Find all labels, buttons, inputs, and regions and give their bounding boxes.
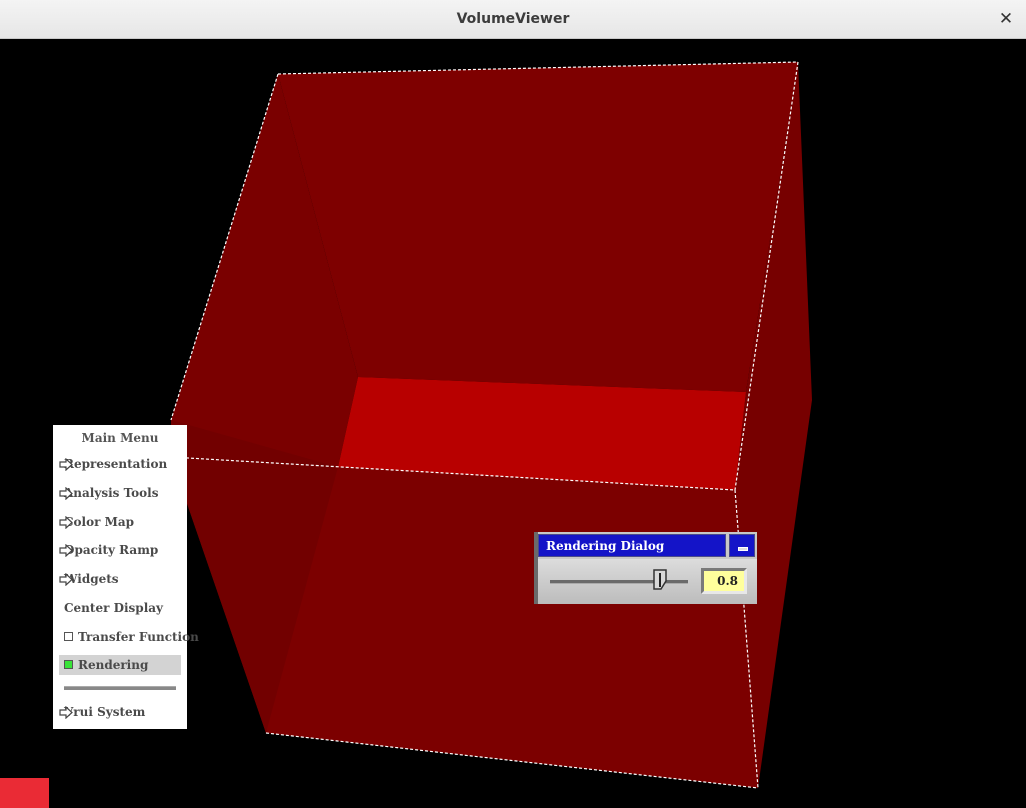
menu-item-label: Color Map [64,515,135,529]
window-title: VolumeViewer [456,11,570,27]
menu-item-vrui-system[interactable]: Vrui System [59,702,181,722]
menu-item-label: Vrui System [64,705,146,719]
menu-item-label: Rendering [78,658,149,672]
menu-item-label: Analysis Tools [64,486,159,500]
toggle-checkbox[interactable] [64,632,73,641]
corner-marker [0,778,49,808]
menu-item-rendering[interactable]: Rendering [59,655,181,675]
3d-viewport[interactable]: Main Menu Representation Analysis Tools … [0,39,1026,808]
submenu-arrow-icon [59,573,73,586]
submenu-arrow-icon [59,458,73,471]
window-titlebar[interactable]: VolumeViewer ✕ [0,0,1026,39]
close-icon[interactable]: ✕ [996,8,1016,30]
cube-back-face [278,62,798,392]
dialog-title: Rendering Dialog [546,539,665,553]
submenu-arrow-icon [59,487,73,500]
menu-item-label: Transfer Function [78,630,199,644]
dialog-body: 0.8 [538,559,757,604]
menu-item-transfer-function[interactable]: Transfer Function [59,627,199,647]
dialog-titlebar[interactable]: Rendering Dialog [538,534,726,557]
minimize-icon [738,547,748,551]
menu-item-widgets[interactable]: Widgets [59,569,181,589]
menu-item-center-display[interactable]: Center Display [59,598,181,618]
menu-item-color-map[interactable]: Color Map [59,512,181,532]
menu-item-label: Center Display [64,601,164,615]
slider-value-field[interactable]: 0.8 [701,568,747,594]
submenu-arrow-icon [59,544,73,557]
rendering-dialog: Rendering Dialog 0.8 [534,532,757,604]
menu-separator [64,686,176,690]
menu-item-representation[interactable]: Representation [59,454,181,474]
menu-item-analysis-tools[interactable]: Analysis Tools [59,483,181,503]
toggle-checkbox[interactable] [64,660,73,669]
main-menu-title: Main Menu [81,431,159,445]
main-menu: Main Menu Representation Analysis Tools … [53,425,199,729]
menu-item-label: Representation [64,457,168,471]
submenu-arrow-icon [59,516,73,529]
slider-thumb[interactable] [653,569,668,591]
menu-item-label: Opacity Ramp [64,543,159,557]
menu-item-opacity-ramp[interactable]: Opacity Ramp [59,540,181,560]
submenu-arrow-icon [59,706,73,719]
minimize-button[interactable] [729,534,755,557]
